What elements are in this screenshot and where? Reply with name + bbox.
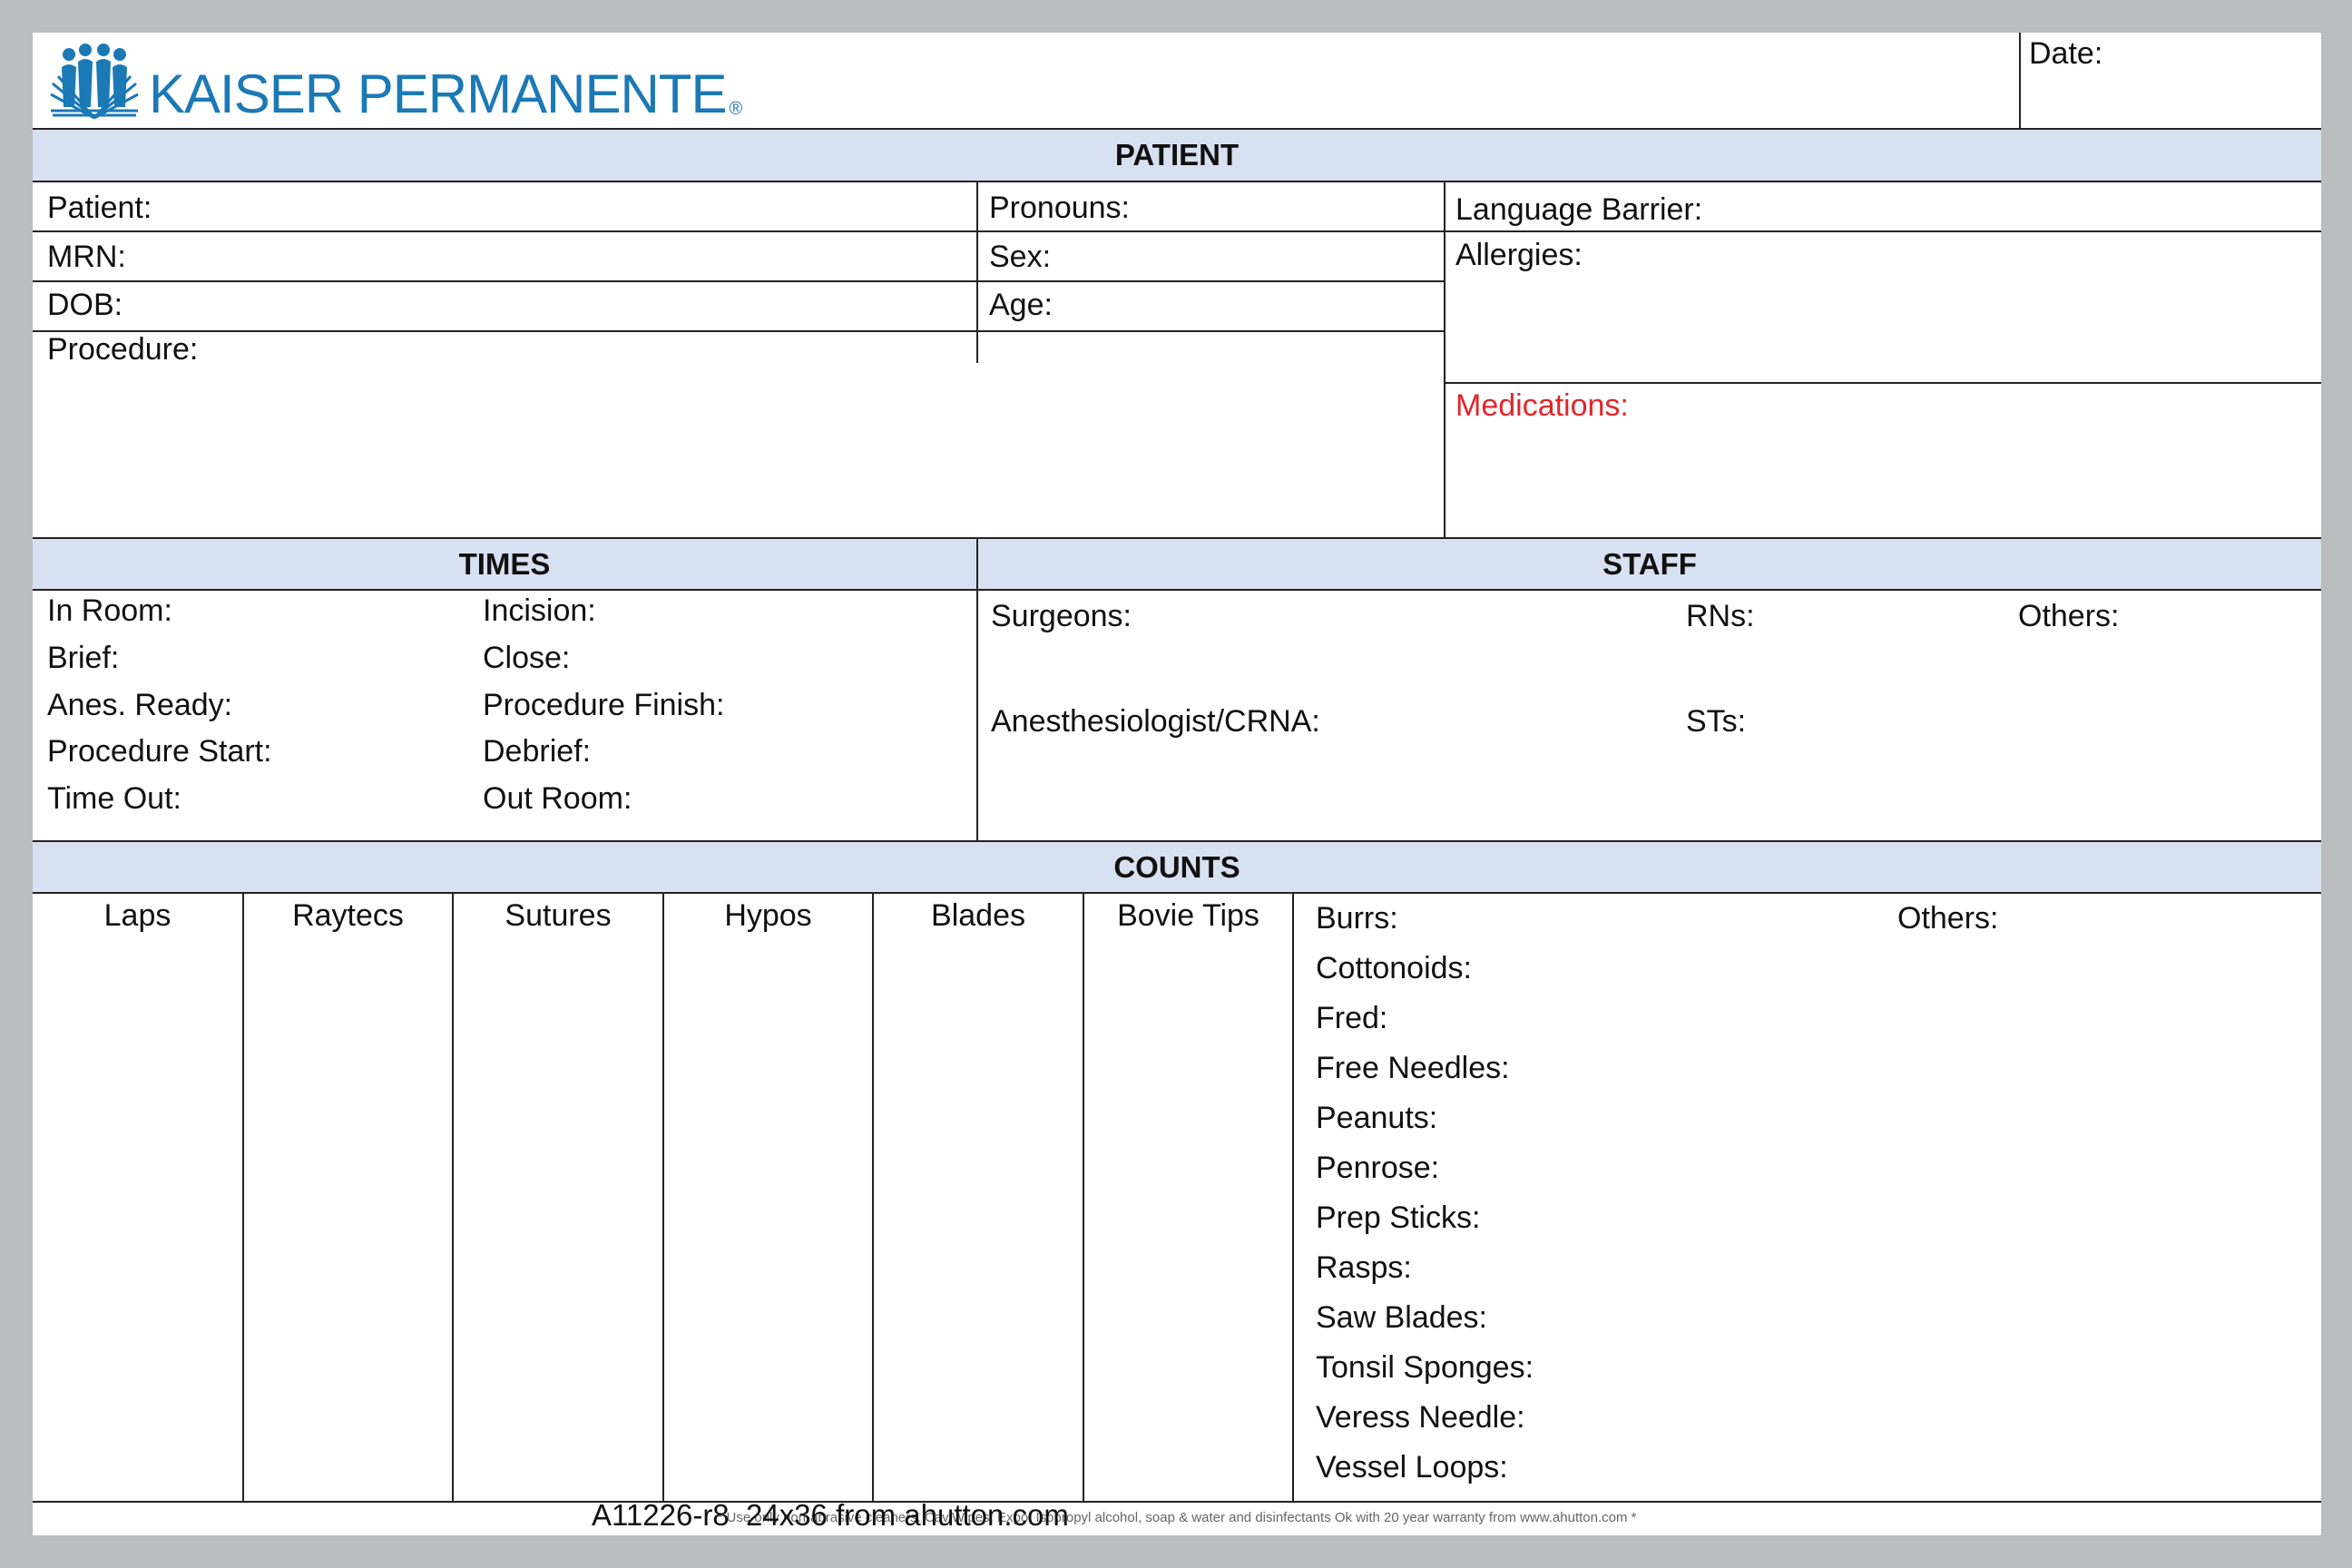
count-column-bovie-tips: Bovie Tips <box>1117 898 1259 933</box>
divider <box>976 181 978 363</box>
divider <box>33 589 2321 591</box>
out-room-label: Out Room: <box>483 781 632 816</box>
staff-section-header: STAFF <box>978 539 2321 590</box>
whiteboard: KAISER PERMANENTE ® Date: PATIENT Patient… <box>33 33 2321 1535</box>
times-section-header: TIMES <box>33 539 976 590</box>
kaiser-permanente-logo-icon <box>49 44 140 120</box>
anesthesiologist-label: Anesthesiologist/CRNA: <box>991 704 1320 739</box>
count-item-rasps: Rasps: <box>1316 1250 1412 1285</box>
count-column-blades: Blades <box>931 898 1025 933</box>
procedure-finish-label: Procedure Finish: <box>483 688 725 722</box>
count-column-raytecs: Raytecs <box>292 898 404 933</box>
divider <box>242 893 244 1501</box>
in-room-label: In Room: <box>47 593 172 628</box>
allergies-field-label: Allergies: <box>1455 238 1583 272</box>
patient-section-header: PATIENT <box>33 130 2321 181</box>
count-column-hypos: Hypos <box>724 898 812 933</box>
count-item-tonsil-sponges: Tonsil Sponges: <box>1316 1350 1534 1385</box>
brand-name: KAISER PERMANENTE ® <box>149 64 742 124</box>
count-item-peanuts: Peanuts: <box>1316 1101 1438 1135</box>
count-item-prep-sticks: Prep Sticks: <box>1316 1200 1481 1235</box>
divider <box>1292 893 1294 1501</box>
divider <box>33 330 1445 332</box>
cleaning-note: * Use only non-abrasive cleaners. CaviWi… <box>717 1510 1637 1525</box>
count-item-burrs: Burrs: <box>1316 901 1398 936</box>
time-out-label: Time Out: <box>47 781 181 816</box>
divider <box>452 893 454 1501</box>
staff-others-label: Others: <box>2018 599 2120 633</box>
count-item-vessel-loops: Vessel Loops: <box>1316 1450 1508 1485</box>
language-barrier-field-label: Language Barrier: <box>1455 192 1703 227</box>
age-field-label: Age: <box>989 288 1053 322</box>
sts-label: STs: <box>1686 704 1747 739</box>
patient-field-label: Patient: <box>47 191 152 225</box>
product-id: A11226-r8 24x36 from ahutton.com <box>592 1498 1069 1532</box>
divider <box>33 230 2321 232</box>
counts-section-header: COUNTS <box>33 842 2321 893</box>
mrn-field-label: MRN: <box>47 240 126 274</box>
count-column-sutures: Sutures <box>505 898 612 933</box>
count-item-free-needles: Free Needles: <box>1316 1051 1510 1085</box>
divider <box>1444 181 1446 539</box>
divider <box>33 181 2321 182</box>
counts-others-label: Others: <box>1897 901 1999 936</box>
incision-label: Incision: <box>483 593 596 628</box>
procedure-field-label: Procedure: <box>47 332 199 367</box>
date-divider <box>2019 33 2021 129</box>
surgeons-label: Surgeons: <box>991 599 1132 633</box>
brief-label: Brief: <box>47 641 120 675</box>
date-label: Date: <box>2029 36 2103 71</box>
divider <box>1445 382 2321 384</box>
procedure-start-label: Procedure Start: <box>47 734 272 769</box>
divider <box>33 1501 2321 1503</box>
count-item-saw-blades: Saw Blades: <box>1316 1300 1487 1335</box>
count-column-laps: Laps <box>103 898 172 933</box>
debrief-label: Debrief: <box>483 734 592 769</box>
dob-field-label: DOB: <box>47 288 123 322</box>
count-item-veress-needle: Veress Needle: <box>1316 1400 1525 1435</box>
divider <box>662 893 664 1501</box>
divider <box>33 892 2321 894</box>
count-item-cottonoids: Cottonoids: <box>1316 951 1472 985</box>
count-item-penrose: Penrose: <box>1316 1151 1440 1185</box>
medications-field-label: Medications: <box>1455 388 1629 423</box>
rns-label: RNs: <box>1686 599 1755 633</box>
divider <box>33 280 1445 282</box>
pronouns-field-label: Pronouns: <box>989 191 1130 225</box>
divider <box>872 893 874 1501</box>
count-item-fred: Fred: <box>1316 1001 1388 1035</box>
close-label: Close: <box>483 641 571 675</box>
sex-field-label: Sex: <box>989 240 1052 274</box>
anes-ready-label: Anes. Ready: <box>47 688 233 722</box>
divider <box>1083 893 1084 1501</box>
